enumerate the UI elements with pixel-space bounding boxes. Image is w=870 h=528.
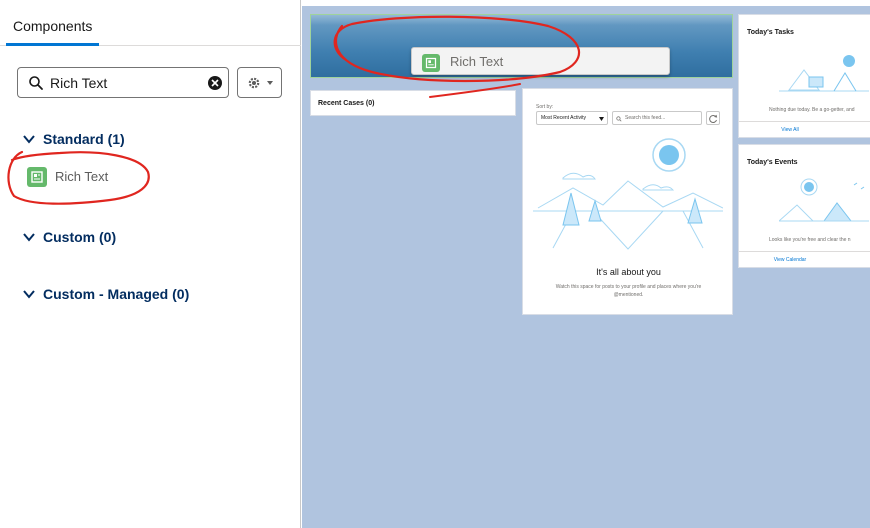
lightning-app-builder: Components Standard (1)	[0, 0, 870, 528]
gear-icon	[248, 77, 273, 89]
section-custom[interactable]: Custom (0)	[22, 229, 116, 245]
search-icon	[29, 76, 43, 90]
section-standard[interactable]: Standard (1)	[22, 131, 125, 147]
page-canvas[interactable]: Rich Text Recent Cases (0) Sort by: Most…	[302, 6, 870, 528]
view-calendar-label: View Calendar	[773, 257, 807, 263]
section-custom-managed[interactable]: Custom - Managed (0)	[22, 286, 189, 302]
feed-search-placeholder: Search this feed...	[625, 115, 666, 121]
component-rich-text[interactable]: Rich Text	[27, 166, 147, 188]
view-all-label: View All	[781, 127, 799, 133]
todays-events-card[interactable]: Today's Events Looks like you're free an…	[738, 144, 870, 268]
settings-menu-button[interactable]	[237, 67, 282, 98]
feed-empty-heading: It's all about you	[596, 267, 661, 277]
todays-tasks-card[interactable]: Today's Tasks Nothing due today. Be a go…	[738, 14, 870, 138]
component-label: Rich Text	[55, 169, 109, 184]
tasks-title: Today's Tasks	[747, 29, 794, 36]
recent-cases-title: Recent Cases (0)	[318, 100, 375, 107]
chatter-feed-card[interactable]: Sort by: Most Recent Activity Search thi…	[522, 88, 733, 315]
events-title: Today's Events	[747, 159, 798, 166]
tab-components[interactable]: Components	[6, 0, 99, 46]
sort-select-value: Most Recent Activity	[541, 115, 587, 121]
search-input[interactable]	[50, 73, 200, 93]
rich-text-icon	[27, 167, 47, 187]
clear-search-icon[interactable]	[207, 75, 223, 91]
sort-select[interactable]: Most Recent Activity	[536, 111, 608, 125]
chevron-down-icon	[23, 290, 35, 299]
component-search-box[interactable]	[17, 67, 229, 98]
mountains-illustration	[533, 138, 723, 250]
section-custom-label: Custom (0)	[43, 229, 117, 245]
section-custom-managed-label: Custom - Managed (0)	[43, 286, 190, 302]
feed-search-input[interactable]: Search this feed...	[612, 111, 702, 125]
chevron-down-icon	[23, 135, 35, 144]
refresh-icon	[709, 114, 718, 124]
dragged-component-label: Rich Text	[450, 54, 504, 69]
tasks-illustration	[779, 55, 869, 92]
recent-cases-card[interactable]: Recent Cases (0)	[310, 90, 516, 116]
chevron-down-icon	[23, 233, 35, 242]
components-panel: Components Standard (1)	[0, 0, 301, 528]
view-all-link[interactable]: View All	[739, 121, 870, 137]
rich-text-icon	[422, 54, 440, 72]
events-illustration	[779, 178, 869, 222]
tasks-empty-message: Nothing due today. Be a go-getter, and	[769, 107, 855, 113]
panel-tab-bar: Components	[0, 0, 301, 46]
section-standard-label: Standard (1)	[43, 131, 125, 147]
events-empty-message: Looks like you're free and clear the n	[769, 237, 851, 243]
refresh-button[interactable]	[706, 111, 720, 125]
search-icon	[616, 116, 622, 122]
feed-empty-message: Watch this space for posts to your profi…	[555, 284, 702, 298]
chevron-down-icon	[599, 117, 604, 121]
header-region[interactable]: Rich Text	[310, 14, 733, 78]
sort-label: Sort by:	[536, 104, 554, 110]
dragged-component-rich-text[interactable]: Rich Text	[411, 47, 670, 75]
view-calendar-link[interactable]: View Calendar	[739, 251, 870, 267]
